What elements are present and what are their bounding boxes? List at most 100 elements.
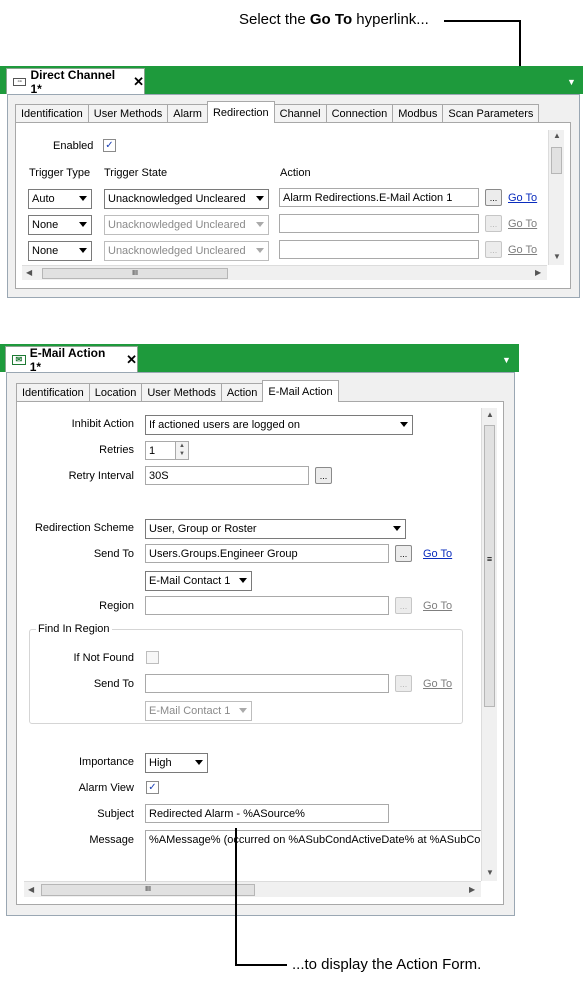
scroll-right-icon[interactable]: ▶ [535,268,541,277]
scroll-up-icon[interactable]: ▲ [486,410,494,419]
trigger-type-select[interactable]: None [28,241,92,261]
scroll-left-icon[interactable]: ◀ [26,268,32,277]
send-to-2-label: Send To [93,678,134,690]
tab-identification[interactable]: Identification [16,383,90,402]
chevron-down-icon [239,708,247,713]
trigger-type-value: None [32,219,59,231]
tab-scan-parameters[interactable]: Scan Parameters [442,104,540,123]
send-to-browse-button[interactable]: ... [395,545,412,562]
action-field[interactable] [279,214,479,233]
redirection-scheme-label: Redirection Scheme [34,522,134,534]
email-action-tab[interactable]: ✉ E-Mail Action 1* ✕ [5,345,138,374]
tab-connection[interactable]: Connection [325,104,394,123]
horizontal-scrollbar[interactable]: ◀ III ▶ [22,265,547,280]
chevron-down-icon [79,248,87,253]
send-to-goto-link[interactable]: Go To [423,548,452,560]
trigger-state-select[interactable]: Unacknowledged Uncleared [104,215,269,235]
region-browse-button[interactable]: ... [395,597,412,614]
if-not-found-label: If Not Found [73,652,134,664]
tab-redirection[interactable]: Redirection [206,101,275,123]
tab-user-methods[interactable]: User Methods [141,383,222,402]
trigger-type-select[interactable]: Auto [28,189,92,209]
retries-stepper[interactable]: ▲ ▼ [175,441,189,460]
scroll-up-icon[interactable]: ▲ [553,131,561,140]
chevron-down-icon [195,760,203,765]
enabled-checkbox[interactable]: ✓ [103,139,116,152]
redirection-scheme-select[interactable]: User, Group or Roster [145,519,406,539]
trigger-state-select[interactable]: Unacknowledged Uncleared [104,189,269,209]
panel-menu-arrow-icon[interactable]: ▼ [502,355,511,365]
vertical-scrollbar[interactable]: ▲ ≡ ▼ [481,408,497,881]
contact-value: E-Mail Contact 1 [149,575,231,587]
close-icon[interactable]: ✕ [126,352,137,368]
goto-link[interactable]: Go To [508,244,537,256]
subject-field[interactable]: Redirected Alarm - %ASource% [145,804,389,823]
goto-link[interactable]: Go To [508,218,537,230]
find-in-region-label: Find In Region [36,623,112,635]
scroll-down-icon[interactable]: ▼ [486,868,494,877]
direct-channel-tab[interactable]: ▫▫ Direct Channel 1* ✕ [6,68,145,96]
send-to-2-field[interactable] [145,674,389,693]
retry-interval-field[interactable]: 30S [145,466,309,485]
trigger-type-value: None [32,245,59,257]
tab-user-methods[interactable]: User Methods [87,104,169,123]
email-icon: ✉ [12,354,26,365]
top-callout-bold: Go To [309,11,353,28]
message-field[interactable]: %AMessage% (occurred on %ASubCondActiveD… [145,830,481,882]
top-callout-post: hyperlink... [352,11,429,28]
panel-menu-arrow-icon[interactable]: ▼ [567,77,576,87]
trigger-type-value: Auto [32,193,55,205]
action-field[interactable] [279,240,479,259]
send-to-field[interactable]: Users.Groups.Engineer Group [145,544,389,563]
scroll-right-icon[interactable]: ▶ [469,885,475,894]
scroll-thumb[interactable]: ≡ [484,425,495,707]
send-to-2-goto-link[interactable]: Go To [423,678,452,690]
scroll-left-icon[interactable]: ◀ [28,885,34,894]
scroll-grip: III [132,270,138,277]
scroll-down-icon[interactable]: ▼ [553,252,561,261]
bottom-callout-line-v [235,828,237,966]
chevron-down-icon [393,526,401,531]
chevron-down-icon [400,422,408,427]
browse-action-button[interactable]: ... [485,241,502,258]
trigger-type-select[interactable]: None [28,215,92,235]
contact-2-select[interactable]: E-Mail Contact 1 [145,701,252,721]
tab-email-action[interactable]: E-Mail Action [262,380,339,402]
horizontal-scrollbar[interactable]: ◀ III ▶ [24,881,481,897]
scroll-thumb[interactable] [551,147,562,174]
region-goto-link[interactable]: Go To [423,600,452,612]
tab-identification[interactable]: Identification [15,104,89,123]
tab-alarm[interactable]: Alarm [167,104,208,123]
tab-action[interactable]: Action [220,383,264,402]
region-label: Region [99,600,134,612]
close-icon[interactable]: ✕ [133,74,144,90]
subject-label: Subject [97,808,134,820]
if-not-found-checkbox[interactable] [146,651,159,664]
tab-channel[interactable]: Channel [273,104,327,123]
tab-location[interactable]: Location [88,383,143,402]
alarm-view-checkbox[interactable]: ✓ [146,781,159,794]
trigger-state-header: Trigger State [104,167,168,179]
vertical-scrollbar[interactable]: ▲ ▼ [548,130,564,265]
trigger-state-select[interactable]: Unacknowledged Uncleared [104,241,269,261]
direct-channel-tabs: Identification User Methods Alarm Redire… [15,101,540,123]
contact-select[interactable]: E-Mail Contact 1 [145,571,252,591]
inhibit-action-select[interactable]: If actioned users are logged on [145,415,413,435]
browse-action-button[interactable]: ... [485,189,502,206]
retries-field[interactable]: 1 [145,441,176,460]
bottom-callout: ...to display the Action Form. [292,956,482,973]
inhibit-action-value: If actioned users are logged on [149,419,301,431]
region-field[interactable] [145,596,389,615]
send-to-2-browse-button[interactable]: ... [395,675,412,692]
tab-modbus[interactable]: Modbus [392,104,444,123]
trigger-type-header: Trigger Type [29,167,91,179]
retry-interval-label: Retry Interval [68,470,134,482]
action-field[interactable]: Alarm Redirections.E-Mail Action 1 [279,188,479,207]
browse-action-button[interactable]: ... [485,215,502,232]
goto-link[interactable]: Go To [508,192,537,204]
scroll-thumb[interactable]: III [42,268,228,279]
retry-interval-browse-button[interactable]: ... [315,467,332,484]
email-action-title: E-Mail Action 1* [29,345,106,374]
scroll-thumb[interactable]: III [41,884,255,896]
importance-select[interactable]: High [145,753,208,773]
